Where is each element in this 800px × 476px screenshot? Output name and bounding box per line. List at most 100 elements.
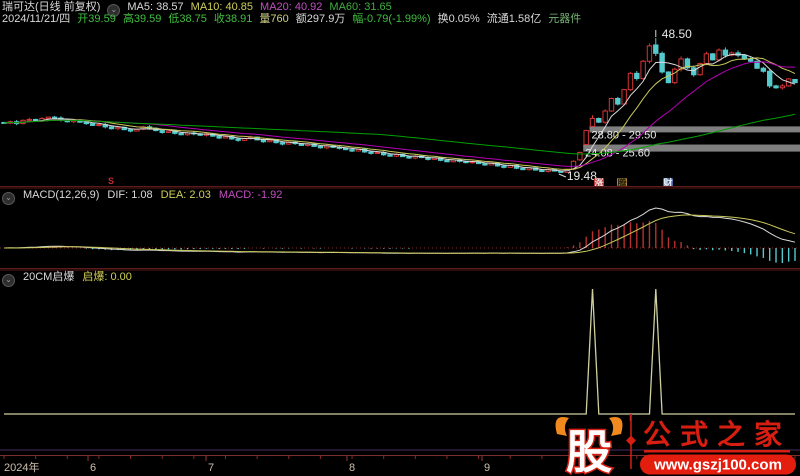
- candle-body: [646, 45, 653, 62]
- candle-body: [596, 117, 602, 123]
- candle-body: [672, 68, 678, 84]
- low-price-label: 19.48: [567, 169, 597, 183]
- candle-body: [45, 116, 51, 119]
- candle-body: [779, 85, 786, 89]
- candle-body: [89, 123, 96, 126]
- burst-value: 启爆: 0.00: [82, 271, 132, 283]
- candle-body: [96, 124, 102, 127]
- axis-month-label: 8: [349, 462, 355, 474]
- candle-body: [368, 151, 374, 154]
- quote-field: 开39.59: [77, 13, 116, 25]
- candle-body: [583, 130, 589, 146]
- quote-field: 幅-0.79(-1.99%): [352, 13, 431, 25]
- logo-character: 股: [566, 425, 612, 476]
- ma-label: MA10: 40.85: [190, 1, 254, 13]
- candle-body: [741, 54, 748, 60]
- candle-body: [482, 163, 488, 166]
- burst-line: [4, 288, 795, 415]
- candle-body: [216, 135, 222, 139]
- candle-body: [165, 130, 172, 133]
- underline: [644, 450, 790, 453]
- diamond-icon: [626, 435, 636, 446]
- dea-value: DEA: 2.03: [160, 189, 211, 201]
- quote-field: 流通1.58亿: [486, 13, 542, 25]
- quote-field: 额297.9万: [295, 13, 346, 25]
- candle-body: [343, 147, 349, 151]
- peak-price-label: 48.50: [662, 27, 692, 41]
- candle-body: [748, 58, 754, 62]
- candle-body: [51, 116, 58, 119]
- macd-chart[interactable]: [0, 202, 800, 268]
- candle-body: [792, 78, 798, 84]
- macd-value: MACD: -1.92: [218, 189, 283, 201]
- candle-body: [589, 117, 596, 127]
- candle-body: [634, 72, 640, 79]
- candle-body: [349, 149, 355, 152]
- candle-body: [26, 118, 33, 121]
- burst-panel-header: ⌄ 20CM启爆 启爆: 0.00: [2, 270, 800, 287]
- candle-body: [159, 130, 165, 133]
- ma-label: MA20: 40.92: [260, 1, 323, 13]
- dif-value: DIF: 1.08: [107, 189, 153, 201]
- stock-title[interactable]: 瑞可达(日线 前复权): [2, 1, 100, 13]
- dea-line: [4, 214, 796, 254]
- stock-app-window: 瑞可达(日线 前复权) ⌄ MA5: 38.57 MA10: 40.85 MA20: 4…: [0, 0, 800, 476]
- candle-body: [773, 85, 779, 89]
- candle-body: [235, 138, 241, 141]
- candle-body: [374, 151, 381, 154]
- candle-body: [108, 126, 115, 130]
- site-url[interactable]: www.gszj100.com: [653, 457, 782, 474]
- burst-indicator-name[interactable]: 20CM启爆: [23, 271, 74, 283]
- quote-field: 量760: [259, 13, 289, 25]
- candle-body: [539, 169, 545, 173]
- quote-field: 低38.75: [168, 13, 207, 25]
- signal-marker: S: [108, 176, 115, 186]
- quote-field: 收38.91: [213, 13, 253, 25]
- axis-month-label: 7: [208, 462, 214, 474]
- gap-band-label: 28.80 - 29.50: [592, 129, 657, 141]
- candle-body: [222, 136, 229, 139]
- axis-month-label: 6: [90, 462, 96, 474]
- site-name: 公式之家: [643, 418, 791, 451]
- axis-year-label: 2024年: [4, 460, 39, 474]
- candle-body: [83, 121, 89, 125]
- candle-body: [520, 167, 526, 171]
- candle-body: [178, 132, 184, 136]
- candle-body: [640, 60, 646, 79]
- quote-field: 2024/11/21/四: [2, 13, 71, 25]
- quote-info-line: 2024/11/21/四 开39.59 高39.59 低38.75 收38.91 量760…: [2, 13, 800, 26]
- ma-values: MA5: 38.57 MA10: 40.85 MA20: 40.92 MA60: 31…: [127, 1, 398, 13]
- candle-body: [653, 44, 659, 54]
- candlestick-chart[interactable]: 28.80 - 29.5024.08 - 25.6048.5019.48: [0, 26, 800, 186]
- ma-label: MA60: 31.65: [329, 1, 392, 13]
- site-watermark: 股 公式之家 www.gszj100.com: [555, 414, 796, 476]
- candle-body: [766, 70, 773, 87]
- candle-body: [387, 154, 393, 157]
- candle-body: [760, 67, 767, 72]
- candle-body: [710, 53, 716, 61]
- candle-body: [627, 72, 634, 91]
- dif-line: [3, 207, 796, 254]
- candle-body: [615, 97, 621, 105]
- candle-body: [665, 71, 672, 84]
- candle-body: [444, 159, 450, 163]
- candle-body: [722, 49, 729, 56]
- candle-body: [406, 156, 412, 159]
- candle-body: [602, 110, 608, 123]
- candle-body: [501, 165, 507, 168]
- candle-body: [716, 49, 722, 61]
- quote-field: 高39.59: [122, 13, 162, 25]
- macd-indicator-name[interactable]: MACD(12,26,9): [23, 189, 99, 201]
- quote-field: 换0.05%: [437, 13, 480, 25]
- low-pointer: [558, 173, 567, 178]
- ma-label: MA5: 38.57: [127, 1, 184, 13]
- axis-month-label: 9: [484, 462, 490, 474]
- candle-body: [127, 129, 134, 132]
- macd-panel-header: ⌄ MACD(12,26,9) DIF: 1.08 DEA: 2.03 MACD: -1…: [2, 188, 800, 205]
- candle-body: [260, 139, 267, 143]
- candle-body: [691, 67, 697, 76]
- candle-body: [317, 145, 324, 149]
- candle-body: [267, 139, 273, 143]
- candle-body: [279, 142, 286, 145]
- candle-body: [608, 97, 615, 112]
